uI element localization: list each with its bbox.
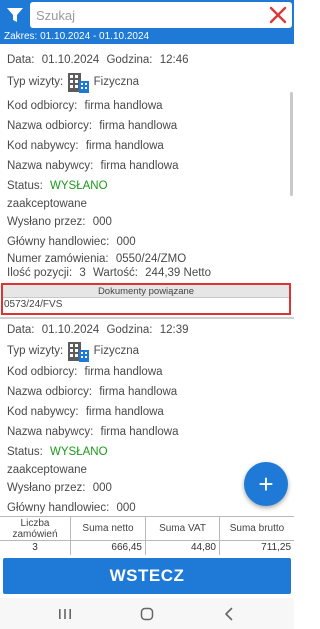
recipient-name-row: Nazwa odbiorcy: firma handlowa bbox=[7, 116, 177, 136]
add-visit-button[interactable]: + bbox=[244, 462, 288, 506]
summary-orders-count: Liczba zamówień 3 bbox=[0, 517, 71, 555]
recipient-code-label: Kod odbiorcy: bbox=[7, 100, 78, 112]
related-documents[interactable]: Dokumenty powiązane 0573/24/FVS bbox=[1, 283, 291, 315]
main-trader-label: Główny handlowiec: bbox=[7, 236, 110, 248]
visit-type-label: Typ wizyty: bbox=[7, 76, 64, 88]
summary-table: Liczba zamówień 3 Suma netto 666,45 Suma… bbox=[0, 516, 294, 555]
sent-by-row: Wysłano przez: 000 bbox=[7, 478, 112, 498]
buyer-name-value: firma handlowa bbox=[100, 426, 179, 438]
order-value: 244,39 Netto bbox=[145, 267, 212, 279]
recipient-name-label: Nazwa odbiorcy: bbox=[7, 120, 93, 132]
buyer-code-value: firma handlowa bbox=[85, 140, 164, 152]
back-icon[interactable] bbox=[214, 603, 244, 625]
summary-gross-total: Suma brutto 711,25 bbox=[220, 517, 294, 555]
main-trader-row: Główny handlowiec: 000 bbox=[7, 498, 136, 516]
summary-value: 711,25 bbox=[261, 542, 291, 553]
buyer-code-value: firma handlowa bbox=[85, 406, 164, 418]
buyer-code-row: Kod nabywcy: firma handlowa bbox=[7, 136, 164, 156]
main-trader-label: Główny handlowiec: bbox=[7, 502, 110, 514]
summary-header: Liczba zamówień bbox=[0, 517, 70, 541]
summary-value: 44,80 bbox=[190, 542, 216, 553]
status-note: zaakceptowane bbox=[7, 198, 87, 210]
summary-net-total: Suma netto 666,45 bbox=[71, 517, 146, 555]
recipient-code-value: firma handlowa bbox=[84, 366, 163, 378]
filter-icon[interactable] bbox=[4, 4, 26, 26]
status-note: zaakceptowane bbox=[7, 464, 87, 476]
date-value: 01.10.2024 bbox=[41, 324, 100, 336]
recipient-name-label: Nazwa odbiorcy: bbox=[7, 386, 93, 398]
sent-by-value: 000 bbox=[92, 482, 112, 494]
summary-value: 3 bbox=[32, 542, 38, 553]
recipient-name-value: firma handlowa bbox=[99, 386, 178, 398]
building-icon bbox=[66, 339, 90, 363]
buyer-name-label: Nazwa nabywcy: bbox=[7, 160, 94, 172]
time-label: Godzina: bbox=[106, 324, 153, 336]
card-divider bbox=[0, 317, 294, 319]
recipient-code-value: firma handlowa bbox=[84, 100, 163, 112]
search-input[interactable] bbox=[30, 2, 260, 28]
recipient-name-value: firma handlowa bbox=[99, 120, 178, 132]
order-value-label: Wartość: bbox=[93, 267, 138, 279]
recipient-code-label: Kod odbiorcy: bbox=[7, 366, 78, 378]
buyer-code-label: Kod nabywcy: bbox=[7, 406, 79, 418]
summary-value: 666,45 bbox=[111, 542, 142, 553]
buyer-name-row: Nazwa nabywcy: firma handlowa bbox=[7, 422, 178, 442]
status-row: Status: WYSŁANO bbox=[7, 176, 108, 196]
items-count-label: Ilość pozycji: bbox=[7, 267, 73, 279]
scrollbar[interactable] bbox=[290, 92, 293, 196]
status-value: WYSŁANO bbox=[50, 180, 108, 192]
recipient-name-row: Nazwa odbiorcy: firma handlowa bbox=[7, 382, 177, 402]
buyer-name-label: Nazwa nabywcy: bbox=[7, 426, 94, 438]
recent-apps-icon[interactable] bbox=[50, 603, 80, 625]
buyer-name-row: Nazwa nabywcy: firma handlowa bbox=[7, 156, 178, 176]
time-label: Godzina: bbox=[106, 54, 153, 66]
items-value-row: Ilość pozycji: 3 Wartość: 244,39 Netto bbox=[7, 263, 211, 283]
home-icon[interactable] bbox=[132, 603, 162, 625]
date-label: Data: bbox=[7, 54, 35, 66]
date-range-label: Zakres: 01.10.2024 - 01.10.2024 bbox=[0, 30, 294, 44]
system-nav-bar bbox=[0, 598, 294, 629]
summary-vat-total: Suma VAT 44,80 bbox=[146, 517, 220, 555]
related-documents-header: Dokumenty powiązane bbox=[3, 285, 289, 298]
status-label: Status: bbox=[7, 180, 43, 192]
date-label: Data: bbox=[7, 324, 35, 336]
summary-header: Suma VAT bbox=[146, 517, 219, 541]
top-bar bbox=[0, 0, 294, 30]
time-value: 12:39 bbox=[159, 324, 189, 336]
visit-type-value: Fizyczna bbox=[93, 76, 140, 88]
date-value: 01.10.2024 bbox=[41, 54, 100, 66]
buyer-code-row: Kod nabywcy: firma handlowa bbox=[7, 402, 164, 422]
status-row: Status: WYSŁANO bbox=[7, 442, 108, 462]
buyer-name-value: firma handlowa bbox=[100, 160, 179, 172]
visit-type-row: Typ wizyty: Fizyczna bbox=[7, 338, 139, 364]
main-trader-value: 000 bbox=[116, 502, 136, 514]
recipient-code-row: Kod odbiorcy: firma handlowa bbox=[7, 362, 163, 382]
sent-by-row: Wysłano przez: 000 bbox=[7, 212, 112, 232]
buyer-code-label: Kod nabywcy: bbox=[7, 140, 79, 152]
building-icon bbox=[66, 70, 90, 94]
sent-by-value: 000 bbox=[92, 216, 112, 228]
visit-type-value: Fizyczna bbox=[93, 345, 140, 357]
back-button[interactable]: WSTECZ bbox=[3, 558, 291, 594]
date-row: Data: 01.10.2024 Godzina: 12:39 bbox=[7, 320, 188, 340]
main-trader-value: 000 bbox=[116, 236, 136, 248]
sent-by-label: Wysłano przez: bbox=[7, 482, 86, 494]
visit-type-label: Typ wizyty: bbox=[7, 345, 64, 357]
visit-list[interactable]: Data: 01.10.2024 Godzina: 12:46 Typ wizy… bbox=[0, 44, 294, 516]
close-icon[interactable] bbox=[268, 5, 288, 25]
visit-type-row: Typ wizyty: Fizyczna bbox=[7, 69, 139, 95]
summary-header: Suma netto bbox=[71, 517, 145, 541]
sent-by-label: Wysłano przez: bbox=[7, 216, 86, 228]
items-count-value: 3 bbox=[79, 267, 86, 279]
recipient-code-row: Kod odbiorcy: firma handlowa bbox=[7, 96, 163, 116]
search-box bbox=[30, 2, 292, 28]
summary-header: Suma brutto bbox=[220, 517, 294, 541]
status-value: WYSŁANO bbox=[50, 446, 108, 458]
related-document-link[interactable]: 0573/24/FVS bbox=[3, 298, 289, 312]
time-value: 12:46 bbox=[159, 54, 189, 66]
status-label: Status: bbox=[7, 446, 43, 458]
date-row: Data: 01.10.2024 Godzina: 12:46 bbox=[7, 50, 188, 70]
